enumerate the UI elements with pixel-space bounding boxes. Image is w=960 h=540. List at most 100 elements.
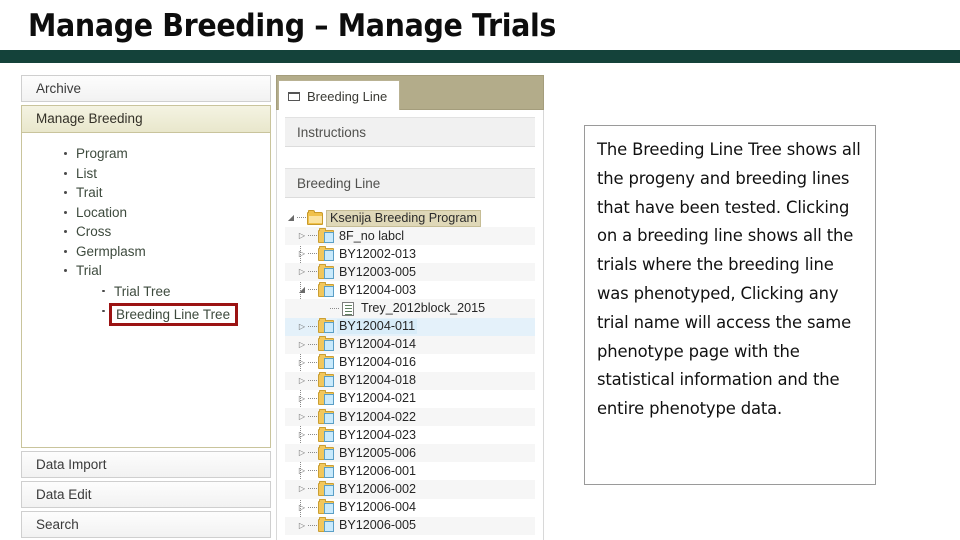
sidebar-item-breeding-line-tree-highlighted[interactable]: Breeding Line Tree bbox=[102, 302, 270, 326]
tree-node-label: BY12006-005 bbox=[339, 518, 417, 533]
tree-node[interactable]: Trey_2012block_2015 bbox=[285, 299, 535, 318]
sidebar-item-data-edit[interactable]: Data Edit bbox=[21, 481, 271, 508]
document-icon bbox=[342, 301, 354, 316]
tree-node-label: BY12004-022 bbox=[339, 409, 417, 424]
chevron-right-icon[interactable]: ▷ bbox=[296, 322, 308, 331]
tree-node[interactable]: ▷ BY12006-004 bbox=[285, 499, 535, 517]
tree-node[interactable]: ▷ BY12004-011 bbox=[285, 317, 535, 336]
sidebar-item-label: Breeding Line Tree bbox=[109, 302, 239, 326]
chevron-right-icon[interactable]: ▷ bbox=[296, 467, 308, 475]
chevron-right-icon[interactable]: ▷ bbox=[296, 358, 308, 367]
sidebar-item-search[interactable]: Search bbox=[21, 511, 271, 538]
tree-connector-dots bbox=[308, 416, 317, 418]
sidebar-item-trial[interactable]: Trial bbox=[64, 262, 270, 282]
tree-node[interactable]: ▷ BY12003-005 bbox=[285, 263, 535, 282]
sidebar-item-label: Location bbox=[76, 204, 128, 220]
sidebar-item-label: Archive bbox=[36, 81, 82, 96]
sidebar-item-label: Trial Tree bbox=[114, 283, 171, 299]
tree-connector-dots bbox=[308, 434, 317, 436]
folder-doc-icon bbox=[318, 480, 334, 496]
window-icon bbox=[288, 91, 300, 101]
tree-node[interactable]: ▷ BY12006-002 bbox=[285, 480, 535, 499]
section-header-breeding-line[interactable]: Breeding Line bbox=[285, 168, 535, 198]
tree-node[interactable]: ▷ BY12004-022 bbox=[285, 408, 535, 427]
tree-node[interactable]: ▷ BY12004-016 bbox=[285, 354, 535, 372]
tree-node[interactable]: ▷ BY12006-001 bbox=[285, 462, 535, 480]
sidebar-item-cross[interactable]: Cross bbox=[64, 223, 270, 243]
tree-node[interactable]: ▷ 8F_no labcl bbox=[285, 227, 535, 246]
sidebar-item-label: Trait bbox=[76, 185, 103, 200]
chevron-right-icon[interactable]: ▷ bbox=[296, 376, 308, 385]
sidebar: Archive Manage Breeding Program List Trait L… bbox=[21, 75, 271, 540]
chevron-down-icon[interactable]: ◢ bbox=[296, 286, 308, 294]
folder-doc-icon bbox=[318, 462, 334, 478]
bullet-icon bbox=[102, 309, 105, 312]
chevron-right-icon[interactable]: ▷ bbox=[296, 340, 308, 349]
tab-label: Breeding Line bbox=[307, 88, 388, 104]
bullet-icon bbox=[64, 171, 67, 175]
chevron-right-icon[interactable]: ▷ bbox=[296, 485, 308, 493]
tree-connector-dots bbox=[308, 452, 317, 454]
folder-doc-icon bbox=[318, 426, 334, 442]
tree-node-label: 8F_no labcl bbox=[339, 228, 405, 243]
chevron-right-icon[interactable]: ▷ bbox=[296, 503, 308, 512]
tree-node-label: BY12006-004 bbox=[339, 500, 417, 515]
sidebar-item-manage-breeding[interactable]: Manage Breeding bbox=[21, 105, 271, 133]
sidebar-item-trial-tree[interactable]: Trial Tree bbox=[102, 282, 270, 302]
tree-node-label: BY12004-023 bbox=[339, 427, 417, 442]
sidebar-item-label: Manage Breeding bbox=[36, 111, 143, 126]
bullet-icon bbox=[64, 269, 67, 272]
sidebar-item-germplasm[interactable]: Germplasm bbox=[64, 243, 270, 263]
sidebar-item-label: Germplasm bbox=[76, 243, 146, 259]
tree-node-label: BY12004-003 bbox=[339, 282, 417, 297]
chevron-down-icon[interactable]: ◢ bbox=[285, 214, 297, 222]
sidebar-item-label: Cross bbox=[76, 224, 112, 239]
tree-node[interactable]: ▷ BY12004-023 bbox=[285, 426, 535, 444]
sidebar-item-program[interactable]: Program bbox=[64, 145, 270, 165]
folder-doc-icon bbox=[318, 318, 334, 334]
sidebar-item-label: Data Import bbox=[36, 457, 107, 472]
chevron-right-icon[interactable]: ▷ bbox=[296, 394, 308, 403]
slide-canvas: Manage Breeding – Manage Trials Archive M… bbox=[0, 0, 960, 540]
chevron-right-icon[interactable]: ▷ bbox=[296, 232, 308, 240]
bullet-icon bbox=[102, 289, 105, 292]
tree-node[interactable]: ◢ Ksenija Breeding Program bbox=[285, 209, 535, 227]
sidebar-item-archive[interactable]: Archive bbox=[21, 75, 271, 102]
tree-node-label: BY12004-021 bbox=[339, 391, 417, 406]
sidebar-item-list[interactable]: List bbox=[64, 165, 270, 185]
tree-node[interactable]: ▷ BY12004-018 bbox=[285, 371, 535, 390]
tree-node[interactable]: ▷ BY12006-005 bbox=[285, 516, 535, 535]
bullet-icon bbox=[64, 210, 67, 214]
sidebar-bottom-items: Data Import Data Edit Search bbox=[21, 451, 271, 540]
chevron-right-icon[interactable]: ▷ bbox=[296, 413, 308, 421]
sidebar-item-label: List bbox=[76, 165, 98, 181]
title-divider bbox=[0, 50, 960, 63]
section-header-instructions[interactable]: Instructions bbox=[285, 117, 535, 147]
tree-node-label: BY12004-016 bbox=[339, 355, 417, 370]
folder-doc-icon bbox=[318, 444, 334, 460]
chevron-right-icon[interactable]: ▷ bbox=[296, 268, 308, 276]
tree-connector-dots bbox=[308, 488, 317, 490]
tree-node-label: BY12006-001 bbox=[339, 463, 417, 478]
tree-node[interactable]: ▷ BY12004-021 bbox=[285, 390, 535, 408]
chevron-right-icon[interactable]: ▷ bbox=[296, 431, 308, 439]
tree-node-label: BY12004-011 bbox=[337, 319, 418, 335]
tree-node[interactable]: ▷ BY12005-006 bbox=[285, 444, 535, 463]
tree-node[interactable]: ▷ BY12002-013 bbox=[285, 245, 535, 263]
tree-node[interactable]: ▷ BY12004-014 bbox=[285, 335, 535, 354]
sidebar-item-location[interactable]: Location bbox=[64, 204, 270, 224]
tree-connector-dots bbox=[308, 343, 317, 346]
tab-breeding-line[interactable]: Breeding Line bbox=[278, 80, 401, 111]
callout-box: The Breeding Line Tree shows all the pro… bbox=[584, 125, 876, 485]
folder-doc-icon bbox=[318, 227, 334, 243]
chevron-right-icon[interactable]: ▷ bbox=[296, 521, 308, 530]
chevron-right-icon[interactable]: ▷ bbox=[296, 449, 308, 457]
chevron-right-icon[interactable]: ▷ bbox=[296, 250, 308, 258]
sidebar-item-trait[interactable]: Trait bbox=[64, 184, 270, 204]
tree-connector-dots bbox=[308, 235, 317, 237]
breeding-line-tree: ◢ Ksenija Breeding Program ▷ 8F_no labcl ▷ BY… bbox=[285, 209, 535, 535]
tree-node[interactable]: ◢ BY12004-003 bbox=[285, 281, 535, 299]
sidebar-item-data-import[interactable]: Data Import bbox=[21, 451, 271, 478]
sidebar-item-label: Search bbox=[36, 517, 79, 532]
